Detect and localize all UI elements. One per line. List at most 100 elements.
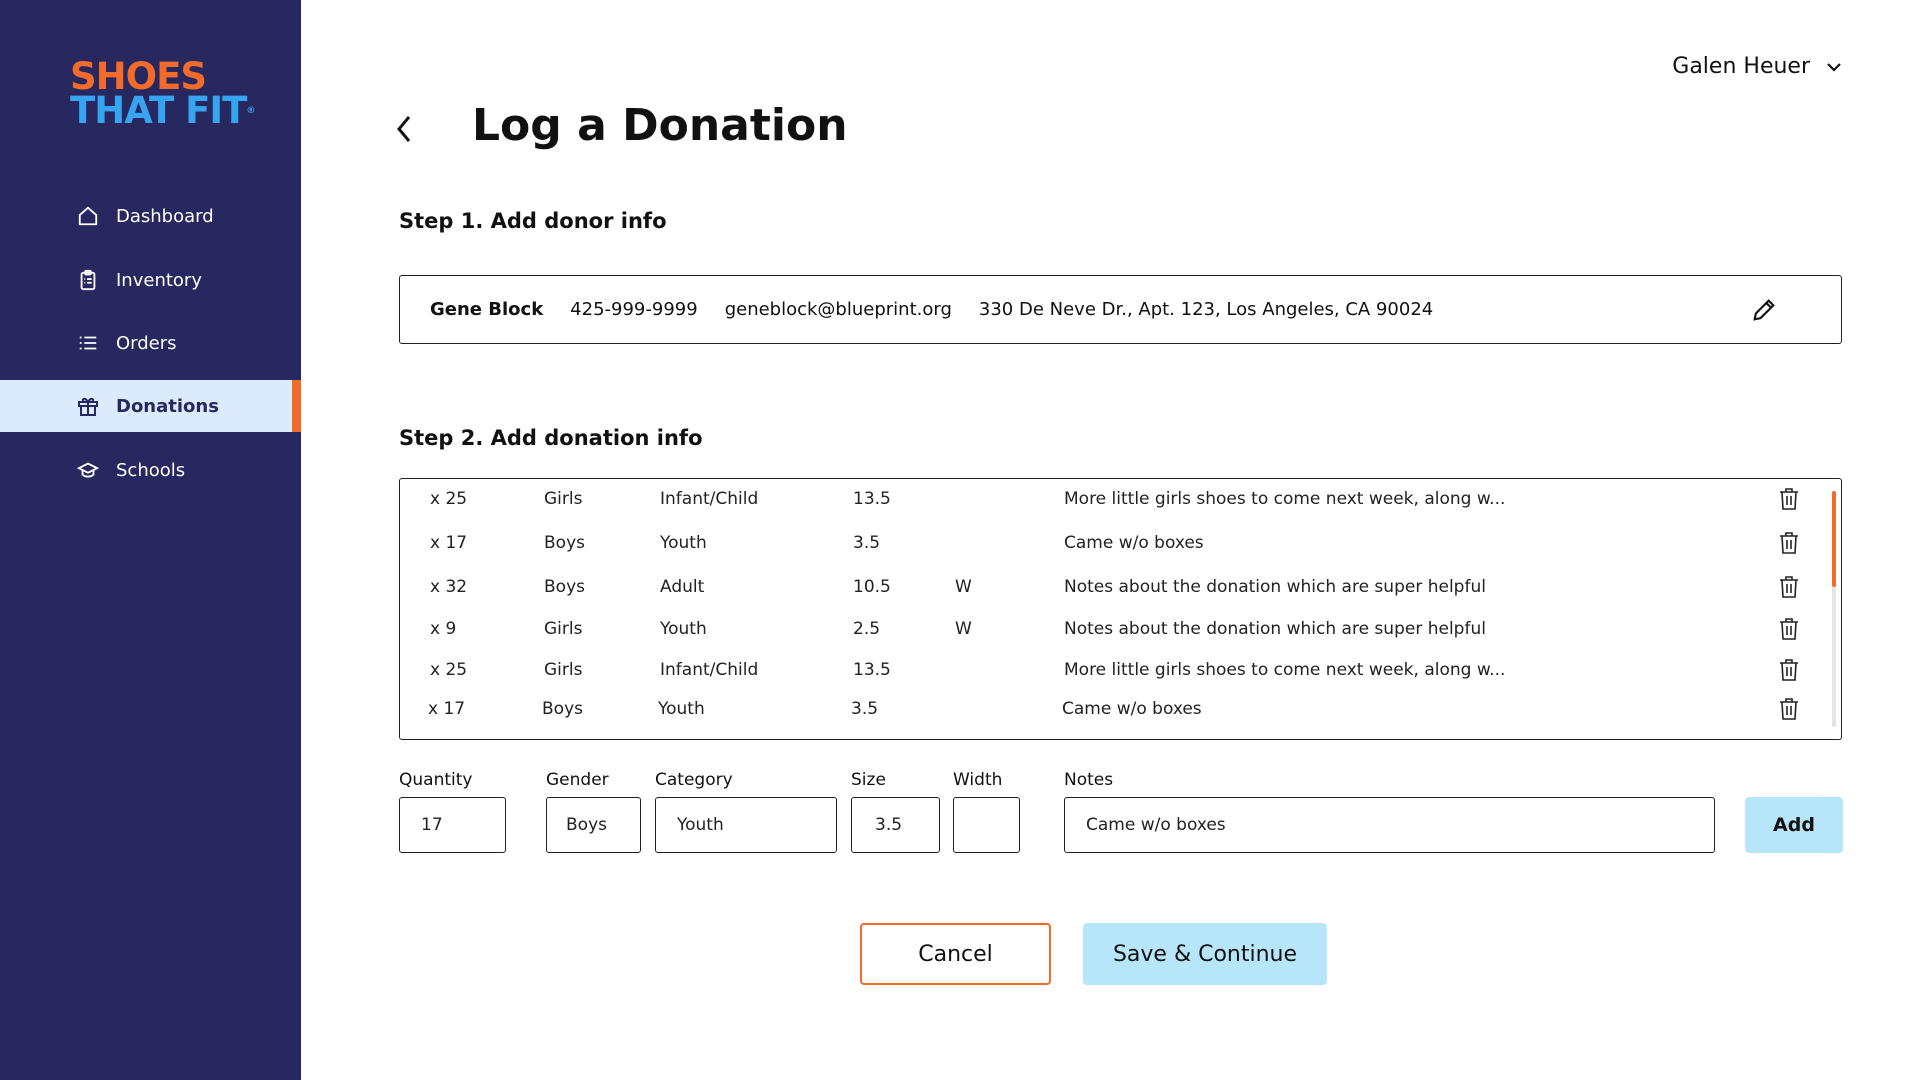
item-width: W [955,577,972,597]
item-category: Youth [658,699,705,719]
sidebar-item-label: Donations [116,395,219,417]
trash-icon [1780,618,1798,640]
cancel-button[interactable]: Cancel [860,923,1051,985]
sidebar-item-inventory[interactable]: Inventory [0,254,301,306]
quantity-label: Quantity [399,770,473,790]
home-icon [76,204,100,228]
item-gender: Girls [544,489,583,509]
item-category: Infant/Child [660,489,759,509]
edit-donor-button[interactable] [1750,296,1778,329]
item-gender: Boys [542,699,583,719]
item-quantity: x 17 [428,699,466,719]
graduation-cap-icon [76,458,100,482]
width-input[interactable] [953,797,1020,853]
item-size: 2.5 [853,619,881,639]
sidebar-item-dashboard[interactable]: Dashboard [0,190,301,242]
page-title: Log a Donation [472,100,848,151]
item-size: 13.5 [853,660,891,680]
item-notes: Notes about the donation which are super… [1064,619,1486,639]
item-quantity: x 9 [430,619,457,639]
pencil-icon [1753,299,1775,321]
category-label: Category [655,770,733,790]
item-notes: Came w/o boxes [1062,699,1202,719]
trash-icon [1780,488,1798,510]
item-size: 3.5 [853,533,881,553]
gender-label: Gender [546,770,609,790]
sidebar-item-label: Schools [116,459,186,481]
donor-email: geneblock@blueprint.org [724,299,952,320]
logo-line2: THAT FIT® [70,92,255,129]
list-item: x 25 Girls Infant/Child 13.5 More little… [400,650,1843,690]
item-notes: More little girls shoes to come next wee… [1064,660,1506,680]
item-size: 10.5 [853,577,891,597]
sidebar-item-label: Orders [116,332,177,354]
delete-item-button[interactable] [1778,658,1800,687]
sidebar-item-label: Dashboard [116,205,214,227]
notes-label: Notes [1064,770,1114,790]
sidebar: SHOES THAT FIT® Dashboard Inventory Orde… [0,0,301,1080]
step1-heading: Step 1. Add donor info [399,209,667,233]
size-input[interactable]: 3.5 [851,797,940,853]
sidebar-item-orders[interactable]: Orders [0,317,301,369]
delete-item-button[interactable] [1778,487,1800,516]
gender-select[interactable]: Boys [546,797,641,853]
item-quantity: x 25 [430,489,468,509]
donor-phone: 425-999-9999 [570,299,698,320]
delete-item-button[interactable] [1778,531,1800,560]
logo-registered-mark: ® [246,106,255,116]
step2-heading: Step 2. Add donation info [399,426,703,450]
item-notes: Notes about the donation which are super… [1064,577,1486,597]
list-item: x 9 Girls Youth 2.5 W Notes about the do… [400,609,1843,649]
item-category: Infant/Child [660,660,759,680]
chevron-down-icon [1827,62,1841,72]
donor-address: 330 De Neve Dr., Apt. 123, Los Angeles, … [978,299,1434,320]
add-item-button[interactable]: Add [1745,797,1843,853]
sidebar-item-donations[interactable]: Donations [0,380,301,432]
list-item: x 25 Girls Infant/Child 13.5 More little… [400,479,1843,519]
back-button[interactable] [394,112,424,146]
item-gender: Boys [544,577,585,597]
trash-icon [1780,659,1798,681]
item-quantity: x 25 [430,660,468,680]
width-label: Width [953,770,1003,790]
notes-input[interactable]: Came w/o boxes [1064,797,1715,853]
delete-item-button[interactable] [1778,617,1800,646]
save-continue-button[interactable]: Save & Continue [1083,923,1327,985]
shoes-that-fit-logo[interactable]: SHOES THAT FIT® [70,58,255,129]
item-gender: Girls [544,660,583,680]
list-icon [76,331,100,355]
list-item: x 17 Boys Youth 3.5 Came w/o boxes [400,523,1843,563]
delete-item-button[interactable] [1778,697,1800,726]
list-item: x 17 Boys Youth 3.5 Came w/o boxes [400,689,1843,729]
gift-icon [76,394,100,418]
item-width: W [955,619,972,639]
delete-item-button[interactable] [1778,575,1800,604]
list-item: x 32 Boys Adult 10.5 W Notes about the d… [400,567,1843,607]
donor-info-card: Gene Block 425-999-9999 geneblock@bluepr… [399,275,1842,344]
category-select[interactable]: Youth [655,797,837,853]
item-quantity: x 32 [430,577,468,597]
chevron-left-icon [397,116,411,142]
donor-name: Gene Block [430,299,544,320]
trash-icon [1780,532,1798,554]
item-category: Youth [660,533,707,553]
item-category: Youth [660,619,707,639]
item-gender: Boys [544,533,585,553]
sidebar-item-schools[interactable]: Schools [0,444,301,496]
user-menu[interactable]: Galen Heuer [1672,54,1842,79]
item-quantity: x 17 [430,533,468,553]
donation-items-list: x 25 Girls Infant/Child 13.5 More little… [399,478,1842,740]
item-notes: Came w/o boxes [1064,533,1204,553]
quantity-input[interactable]: 17 [399,797,506,853]
trash-icon [1780,698,1798,720]
item-category: Adult [660,577,705,597]
size-label: Size [851,770,886,790]
logo-line2-text: THAT FIT [70,89,247,132]
item-size: 13.5 [853,489,891,509]
user-name: Galen Heuer [1672,54,1810,79]
item-size: 3.5 [851,699,879,719]
trash-icon [1780,576,1798,598]
scrollbar-thumb[interactable] [1832,491,1836,587]
item-notes: More little girls shoes to come next wee… [1064,489,1506,509]
sidebar-item-label: Inventory [116,269,202,291]
